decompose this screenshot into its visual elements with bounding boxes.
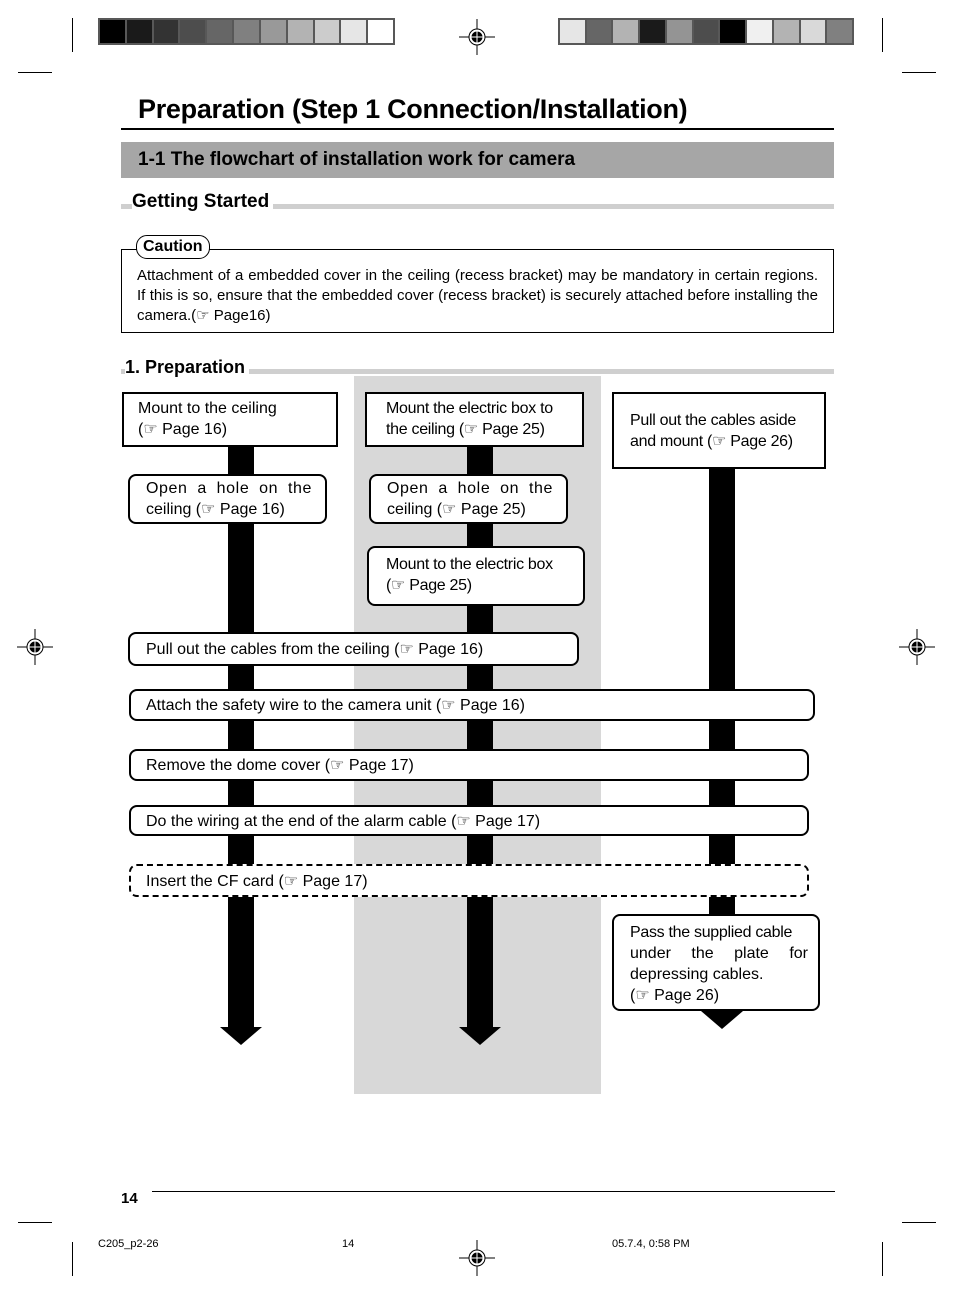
step-mount-to-electric-box: Mount to the electric box (☞ Page 25) — [367, 546, 585, 606]
step-text: Remove the dome cover (☞ Page 17) — [146, 757, 414, 774]
crop-mark — [72, 18, 73, 52]
page-number: 14 — [121, 1190, 138, 1207]
color-swatch — [368, 20, 393, 43]
step-text: Insert the CF card (☞ Page 17) — [146, 873, 368, 890]
step-text: Attach the safety wire to the camera uni… — [146, 697, 525, 714]
step-text: Open a hole on the — [387, 480, 553, 497]
step-remove-dome-cover: Remove the dome cover (☞ Page 17) — [129, 749, 809, 781]
step-open-hole-ceiling-col1: Open a hole on the ceiling (☞ Page 16) — [128, 474, 327, 524]
step-text: ceiling (☞ Page 25) — [387, 501, 526, 518]
color-swatch — [153, 20, 179, 43]
step-mount-electric-box-to-ceiling: Mount the electric box to the ceiling (☞… — [365, 392, 584, 447]
getting-started-heading: Getting Started — [132, 191, 274, 213]
flow-arrowhead-col3 — [701, 1011, 743, 1029]
color-swatch — [260, 20, 286, 43]
registration-mark-icon — [899, 629, 935, 665]
color-swatch — [827, 20, 853, 43]
crop-mark — [902, 72, 936, 73]
flow-arrow-stem-col1 — [228, 440, 254, 1028]
step-text: depressing cables. — [630, 966, 764, 983]
step-text: the ceiling (☞ Page 25) — [386, 421, 545, 438]
color-swatch — [666, 20, 692, 43]
color-swatch — [314, 20, 340, 43]
color-swatch — [341, 20, 367, 43]
step-pull-out-cables-aside: Pull out the cables aside and mount (☞ P… — [612, 392, 826, 469]
registration-mark-icon — [459, 19, 495, 55]
flow-arrowhead-col1 — [220, 1027, 262, 1045]
step-pass-supplied-cable: Pass the supplied cable under the plate … — [612, 914, 820, 1011]
title-underline — [121, 128, 834, 130]
registration-mark-icon — [17, 629, 53, 665]
slug-page: 14 — [342, 1238, 355, 1250]
color-swatch — [640, 20, 665, 43]
section-heading-bar: 1-1 The flowchart of installation work f… — [121, 142, 834, 178]
section-heading: 1-1 The flowchart of installation work f… — [138, 149, 576, 170]
color-swatch — [180, 20, 206, 43]
crop-mark — [18, 72, 52, 73]
step-text: Pull out the cables from the ceiling (☞ … — [146, 641, 484, 658]
grayscale-color-bar-right — [558, 18, 854, 45]
step-attach-safety-wire: Attach the safety wire to the camera uni… — [129, 689, 815, 721]
color-swatch — [207, 20, 233, 43]
step-text: Pass the supplied cable — [630, 924, 793, 941]
color-swatch — [100, 20, 125, 43]
crop-mark — [72, 1242, 73, 1276]
step-alarm-cable-wiring: Do the wiring at the end of the alarm ca… — [129, 805, 809, 836]
crop-mark — [882, 1242, 883, 1276]
flow-arrow-stem-col2 — [467, 440, 493, 1028]
slug-filename: C205_p2-26 — [98, 1238, 159, 1250]
step-text: (☞ Page 25) — [386, 577, 472, 594]
step-text: (☞ Page 26) — [630, 987, 720, 1004]
color-swatch — [720, 20, 746, 43]
color-swatch — [613, 20, 639, 43]
step-text: Pull out the cables aside — [630, 412, 796, 429]
footer-rule — [152, 1191, 835, 1192]
color-swatch — [586, 20, 612, 43]
caution-label: Caution — [136, 235, 210, 259]
slug-date: 05.7.4, 0:58 PM — [612, 1238, 690, 1250]
step-text: under the plate for — [630, 945, 808, 962]
step-text: Mount to the electric box — [386, 556, 553, 573]
page-title: Preparation (Step 1 Connection/Installat… — [138, 94, 688, 124]
crop-mark — [902, 1222, 936, 1223]
crop-mark — [882, 18, 883, 52]
color-swatch — [287, 20, 313, 43]
step-text: ceiling (☞ Page 16) — [146, 501, 285, 518]
step-text: Open a hole on the — [146, 480, 312, 497]
color-swatch — [560, 20, 585, 43]
caution-text: Attachment of a embedded cover in the ce… — [137, 267, 818, 324]
color-swatch — [800, 20, 826, 43]
step-open-hole-ceiling-col2: Open a hole on the ceiling (☞ Page 25) — [369, 474, 568, 524]
step-text: Mount the electric box to — [386, 400, 553, 417]
color-swatch — [773, 20, 799, 43]
flow-arrowhead-col2 — [459, 1027, 501, 1045]
step-mount-to-ceiling: Mount to the ceiling (☞ Page 16) — [122, 392, 338, 447]
grayscale-color-bar-left — [98, 18, 395, 45]
color-swatch — [693, 20, 719, 43]
step-text: Do the wiring at the end of the alarm ca… — [146, 813, 541, 830]
step-text: (☞ Page 16) — [138, 421, 228, 438]
registration-mark-icon — [459, 1240, 495, 1276]
step-text: Mount to the ceiling — [138, 400, 277, 417]
crop-mark — [18, 1222, 52, 1223]
step-insert-cf-card-optional: Insert the CF card (☞ Page 17) — [129, 864, 809, 897]
color-swatch — [126, 20, 152, 43]
step-pull-out-cables-from-ceiling: Pull out the cables from the ceiling (☞ … — [128, 632, 579, 666]
color-swatch — [234, 20, 259, 43]
preparation-heading: 1. Preparation — [125, 357, 250, 378]
step-text: and mount (☞ Page 26) — [630, 433, 793, 450]
color-swatch — [747, 20, 772, 43]
